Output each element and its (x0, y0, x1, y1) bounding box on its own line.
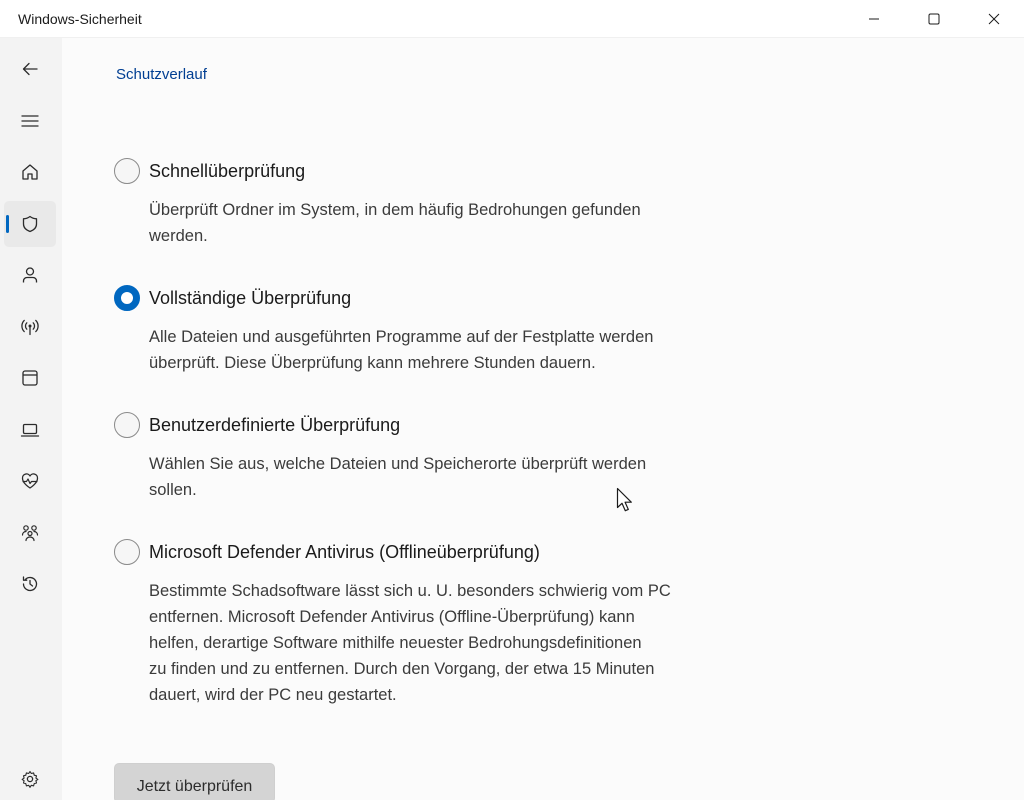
person-icon (22, 267, 38, 283)
wireless-signal-icon (21, 319, 39, 336)
history-icon (22, 576, 38, 592)
scan-option-offline[interactable]: Microsoft Defender Antivirus (Offlineübe… (114, 538, 754, 708)
back-arrow-icon (22, 62, 38, 76)
maximize-icon (928, 13, 940, 25)
sidebar-item-app-browser-control[interactable] (4, 355, 56, 401)
option-label: Vollständige Überprüfung (149, 287, 352, 308)
heart-pulse-icon (21, 473, 39, 489)
back-button[interactable] (4, 46, 56, 92)
mouse-cursor-icon (616, 487, 632, 512)
sidebar-item-firewall[interactable] (4, 304, 56, 350)
option-label: Schnellüberprüfung (149, 160, 306, 181)
minimize-icon (869, 18, 879, 20)
option-label: Benutzerdefinierte Überprüfung (149, 414, 401, 435)
active-indicator (6, 215, 9, 233)
radio-custom-scan[interactable] (114, 412, 140, 438)
hamburger-menu-icon (21, 115, 39, 127)
scan-option-full[interactable]: Vollständige Überprüfung Alle Dateien un… (114, 284, 754, 376)
scan-option-custom[interactable]: Benutzerdefinierte Überprüfung Wählen Si… (114, 411, 754, 503)
main-content: Schutzverlauf Schnellüberprüfung Überprü… (62, 38, 1024, 800)
gear-icon (21, 770, 39, 788)
family-icon (21, 525, 39, 542)
sidebar (0, 38, 62, 800)
option-label: Microsoft Defender Antivirus (Offlineübe… (149, 541, 540, 562)
radio-full-scan[interactable] (114, 285, 140, 311)
sidebar-item-home[interactable] (4, 149, 56, 195)
menu-button[interactable] (4, 98, 56, 144)
option-description: Bestimmte Schadsoftware lässt sich u. U.… (149, 582, 671, 704)
close-icon (988, 13, 1000, 25)
close-button[interactable] (964, 0, 1024, 38)
scan-option-quick[interactable]: Schnellüberprüfung Überprüft Ordner im S… (114, 157, 754, 249)
sidebar-item-settings[interactable] (4, 756, 56, 800)
sidebar-item-account-protection[interactable] (4, 252, 56, 298)
option-description: Wählen Sie aus, welche Dateien und Speic… (149, 455, 647, 499)
sidebar-item-device-performance[interactable] (4, 458, 56, 504)
sidebar-item-virus-protection[interactable] (4, 201, 56, 247)
radio-offline-scan[interactable] (114, 539, 140, 565)
minimize-button[interactable] (844, 0, 904, 38)
maximize-button[interactable] (904, 0, 964, 38)
sidebar-item-device-security[interactable] (4, 407, 56, 453)
option-description: Überprüft Ordner im System, in dem häufi… (149, 201, 641, 245)
option-description: Alle Dateien und ausgeführten Programme … (149, 328, 654, 372)
sidebar-item-family-options[interactable] (4, 510, 56, 556)
home-icon (22, 164, 38, 180)
scan-now-button[interactable]: Jetzt überprüfen (114, 763, 275, 800)
title-bar: Windows-Sicherheit (0, 0, 1024, 38)
browser-window-icon (22, 370, 38, 386)
shield-icon (22, 215, 38, 233)
sidebar-item-protection-history[interactable] (4, 561, 56, 607)
radio-quick-scan[interactable] (114, 158, 140, 184)
window-title: Windows-Sicherheit (18, 11, 142, 27)
window-controls (844, 0, 1024, 38)
laptop-icon (20, 423, 40, 437)
protection-history-link[interactable]: Schutzverlauf (116, 66, 207, 83)
